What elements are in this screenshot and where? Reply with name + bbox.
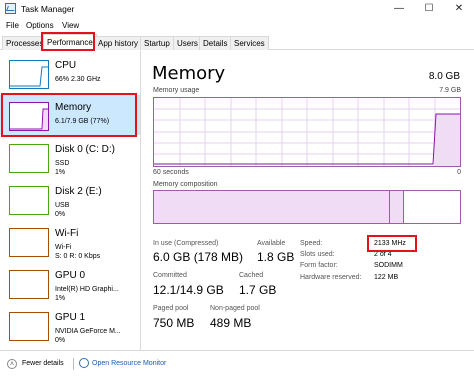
tab-users[interactable]: Users [173,36,202,50]
sidebar-item-cpu[interactable]: CPU 66% 2.30 GHz [0,53,140,93]
time-axis-right: 0 [457,169,461,176]
memory-usage-fill [434,114,460,166]
sidebar-item-detail: 66% 2.30 GHz [55,76,101,83]
minimize-icon[interactable]: — [384,0,414,18]
composition-in-use [154,191,390,223]
footer-divider [73,358,74,370]
speed-highlight [367,235,417,252]
form-factor-label: Form factor: [300,262,338,269]
committed-value: 12.1/14.9 GB [153,283,224,297]
performance-tab-highlight [41,32,95,51]
sidebar-item-label: CPU [55,60,77,71]
resource-monitor-icon[interactable] [79,358,89,368]
memory-usage-max: 7.9 GB [439,87,461,94]
menu-view[interactable]: View [62,21,79,30]
window-title: Task Manager [21,4,75,14]
footer-bar: ˄ Fewer details Open Resource Monitor [0,350,474,377]
time-axis-left: 60 seconds [153,169,189,176]
memory-total: 8.0 GB [428,71,460,82]
sidebar-item-gpu-1[interactable]: GPU 1 NVIDIA GeForce M... 0% [0,305,140,345]
committed-label: Committed [153,272,187,279]
sidebar-item-detail: Intel(R) HD Graphi... 1% [55,286,119,302]
title-bar: Task Manager — ☐ ✕ [0,0,474,18]
sidebar-item-label: Disk 2 (E:) [55,186,102,197]
hardware-reserved-value: 122 MB [374,274,399,281]
memory-composition-bar [153,190,461,224]
tab-details[interactable]: Details [199,36,232,50]
slots-used-label: Slots used: [300,251,335,258]
available-value: 1.8 GB [257,250,295,264]
close-icon[interactable]: ✕ [444,0,474,18]
sidebar-item-disk-2[interactable]: Disk 2 (E:) USB 0% [0,179,140,219]
disk-2-thumbnail-graph [9,186,49,215]
sidebar-item-disk-0[interactable]: Disk 0 (C: D:) SSD 1% [0,137,140,177]
wifi-thumbnail-graph [9,228,49,257]
sidebar-item-detail: Wi-Fi S: 0 R: 0 Kbps [55,244,101,260]
cached-label: Cached [239,272,264,279]
menu-bar: File Options View [0,19,474,33]
tab-startup[interactable]: Startup [140,36,174,50]
hardware-reserved-label: Hardware reserved: [300,274,362,281]
disk-0-thumbnail-graph [9,144,49,173]
memory-usage-graph [153,97,461,167]
speed-label: Speed: [300,240,323,247]
chevron-up-icon[interactable]: ˄ [7,359,17,369]
gpu-0-thumbnail-graph [9,270,49,299]
sidebar-item-detail: NVIDIA GeForce M... 0% [55,328,121,344]
tab-services[interactable]: Services [230,36,269,50]
sidebar-item-label: Wi-Fi [55,228,79,239]
sidebar-item-gpu-0[interactable]: GPU 0 Intel(R) HD Graphi... 1% [0,263,140,303]
task-manager-app-icon [5,3,16,14]
page-title: Memory [152,63,226,84]
composition-standby-free [404,191,460,223]
sidebar-item-label: GPU 0 [55,270,86,281]
memory-composition-label: Memory composition [153,181,218,188]
in-use-label: In use (Compressed) [153,240,219,247]
non-paged-pool-value: 489 MB [210,316,252,330]
composition-modified [390,191,404,223]
slots-used-value: 2 of 4 [374,251,392,258]
non-paged-pool-label: Non-paged pool [210,305,260,312]
sidebar-item-wifi[interactable]: Wi-Fi Wi-Fi S: 0 R: 0 Kbps [0,221,140,261]
maximize-icon[interactable]: ☐ [414,0,444,18]
paged-pool-label: Paged pool [153,305,189,312]
menu-file[interactable]: File [6,21,19,30]
cpu-thumbnail-graph [9,60,49,89]
sidebar-item-label: GPU 1 [55,312,86,323]
menu-options[interactable]: Options [26,21,54,30]
available-label: Available [257,240,286,247]
memory-item-highlight [1,93,137,137]
cached-value: 1.7 GB [239,283,277,297]
gpu-1-thumbnail-graph [9,312,49,341]
graph-grid [154,98,460,166]
form-factor-value: SODIMM [374,262,403,269]
sidebar-item-detail: SSD 1% [55,160,70,176]
tab-app-history[interactable]: App history [94,36,143,50]
sidebar-item-detail: USB 0% [55,202,70,218]
sidebar-item-label: Disk 0 (C: D:) [55,144,115,155]
in-use-value: 6.0 GB (178 MB) [153,250,244,264]
memory-details-panel: Memory 8.0 GB Memory usage 7.9 GB 60 sec… [141,51,474,350]
memory-usage-label: Memory usage [153,87,200,94]
paged-pool-value: 750 MB [153,316,195,330]
open-resource-monitor-link[interactable]: Open Resource Monitor [92,360,166,367]
fewer-details-button[interactable]: Fewer details [22,360,64,367]
